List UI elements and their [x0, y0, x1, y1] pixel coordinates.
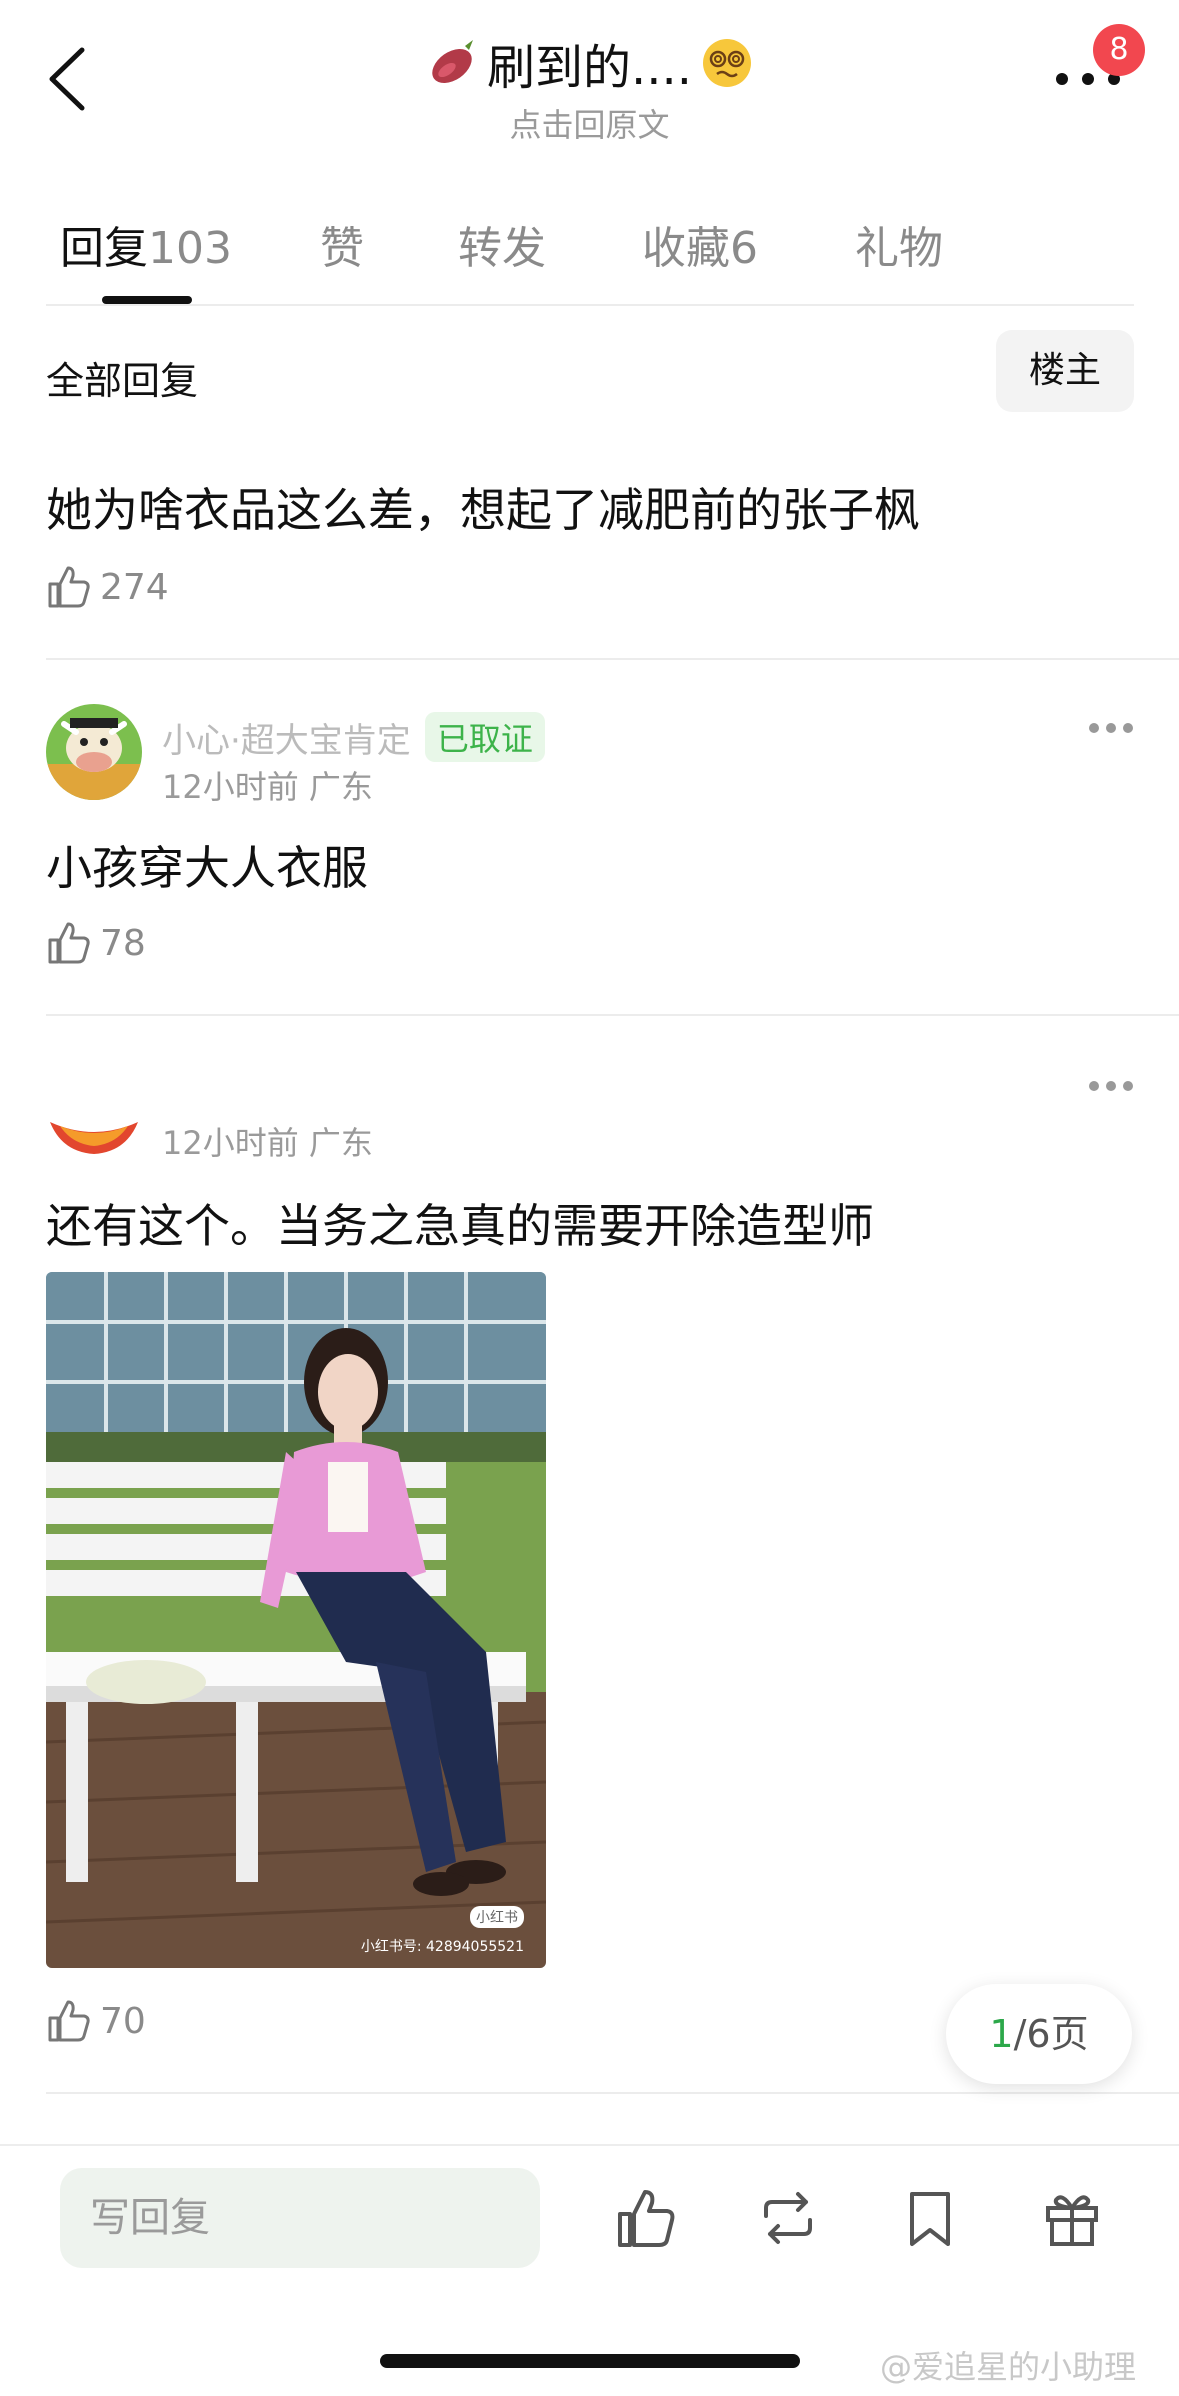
tab-gifts[interactable]: 礼物 [855, 212, 943, 276]
current-page: 1 [989, 2012, 1014, 2056]
page-indicator[interactable]: 1/6页 [946, 1984, 1132, 2084]
tabs-divider [46, 304, 1134, 306]
dizzy-face-icon [703, 39, 752, 87]
tab-count: 103 [148, 223, 232, 274]
page-title: 刷到的.... [425, 28, 754, 98]
comment-more-icon[interactable] [1088, 722, 1134, 734]
thumbs-up-icon [48, 2000, 90, 2042]
comment-photo[interactable]: 小红书 小红书号: 42894055521 [46, 1272, 546, 1968]
like-count: 274 [100, 566, 169, 608]
sweet-potato-icon [432, 40, 473, 84]
tab-label: 收藏 [642, 223, 730, 274]
like-button[interactable]: 70 [46, 1998, 146, 2044]
home-indicator[interactable] [380, 2354, 800, 2368]
tab-count: 6 [730, 223, 758, 274]
like-button[interactable]: 78 [46, 920, 146, 966]
flame-avatar-icon [50, 1122, 138, 1154]
total-pages: /6页 [1013, 2012, 1089, 2056]
header-title-block[interactable]: 刷到的.... 点击回原文 [0, 28, 1179, 146]
photo-image [46, 1272, 546, 1968]
title-text: 刷到的.... [486, 40, 693, 96]
comment-text: 她为啥衣品这么差，想起了减肥前的张子枫 [46, 483, 920, 537]
thumbs-up-icon [48, 922, 90, 964]
tab-label: 礼物 [855, 223, 943, 274]
bookmark-icon[interactable] [898, 2186, 962, 2250]
page-subtitle: 点击回原文 [509, 106, 670, 144]
tab-label: 回复 [60, 223, 148, 274]
tab-label: 赞 [320, 223, 364, 274]
comment-meta: 12小时前 广东 [162, 768, 373, 806]
tab-reposts[interactable]: 转发 [458, 212, 546, 276]
tab-likes[interactable]: 赞 [320, 212, 364, 276]
tab-label: 转发 [458, 223, 546, 274]
photo-watermark: 小红书号: 42894055521 [360, 1939, 524, 1955]
avatar[interactable] [46, 1112, 142, 1156]
comment-author-row: 小心·超大宝肯定 已取证 [162, 712, 545, 762]
comment-divider [46, 658, 1179, 660]
cow-avatar-icon [46, 704, 142, 800]
thumbs-up-icon[interactable] [614, 2186, 678, 2250]
like-button[interactable]: 274 [46, 564, 169, 610]
author-name[interactable]: 小心·超大宝肯定 [162, 713, 411, 762]
active-tab-indicator [102, 296, 192, 304]
thumbs-up-icon [48, 566, 90, 608]
comment-more-icon[interactable] [1088, 1080, 1134, 1092]
gift-icon[interactable] [1040, 2186, 1104, 2250]
comment-divider [46, 2092, 1179, 2094]
comment-divider [46, 1014, 1179, 1016]
reply-input[interactable]: 写回复 [60, 2168, 540, 2268]
xhs-logo: 小红书 [470, 1906, 524, 1928]
op-only-button[interactable]: 楼主 [996, 330, 1134, 412]
comment-text: 小孩穿大人衣服 [46, 841, 368, 895]
all-replies-label: 全部回复 [46, 359, 199, 403]
comment-text: 还有这个。当务之急真的需要开除造型师 [46, 1199, 874, 1253]
verified-badge: 已取证 [424, 712, 545, 762]
notification-badge: 8 [1093, 24, 1145, 76]
tab-favorites[interactable]: 收藏6 [642, 212, 758, 276]
tab-replies[interactable]: 回复103 [60, 212, 232, 276]
comment-meta: 12小时前 广东 [162, 1124, 373, 1162]
weibo-watermark: @爱追星的小助理 [880, 2348, 1137, 2386]
like-count: 70 [100, 2000, 146, 2042]
avatar[interactable] [46, 704, 142, 800]
repost-icon[interactable] [756, 2186, 820, 2250]
like-count: 78 [100, 922, 146, 964]
